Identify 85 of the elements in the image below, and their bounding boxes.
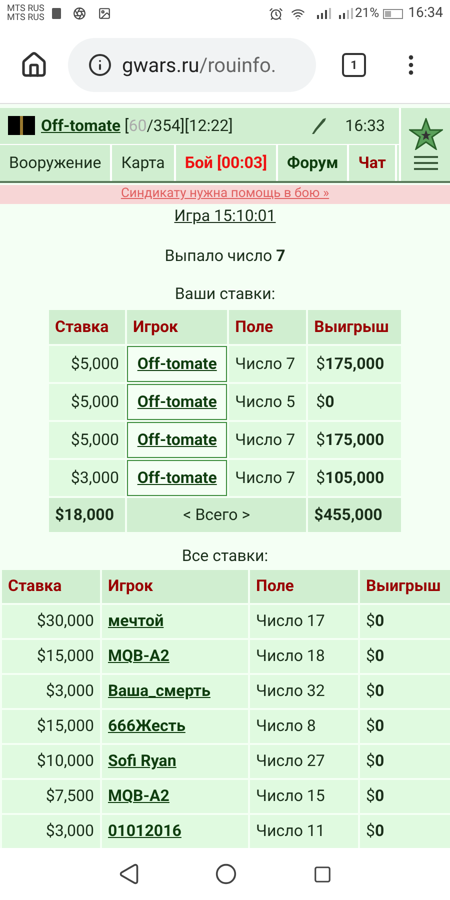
section-title: Все ставки: (182, 544, 268, 567)
table-cell: $30,000 (2, 604, 100, 638)
table-cell: $0 (360, 674, 450, 708)
player-link[interactable]: Off-tomate (127, 384, 228, 420)
table-cell: $5,000 (49, 384, 126, 420)
nav-link[interactable]: Форум (278, 144, 350, 181)
section-title: Ваши ставки: (174, 282, 276, 305)
table-cell: $3,000 (2, 814, 100, 848)
carrier-name: MTS RUS (7, 4, 44, 14)
table-cell: Число 7 (229, 346, 306, 382)
nav-link[interactable]: Чат (349, 144, 397, 181)
table-cell: $3,000 (49, 460, 126, 496)
column-header: Игрок (127, 310, 228, 344)
table-cell: Число 32 (250, 674, 358, 708)
url-path: /rouinfo. (199, 52, 276, 80)
table-cell: Число 15 (250, 780, 358, 813)
column-header: Ставка (49, 310, 126, 344)
table-cell: $0 (360, 710, 450, 743)
table-cell: Число 7 (229, 422, 306, 458)
address-bar[interactable]: gwars.ru/rouinfo. (68, 38, 316, 92)
column-header: Игрок (102, 570, 248, 603)
table-cell: $3,000 (2, 674, 100, 708)
wifi-icon (290, 6, 305, 21)
table-cell: $18,000 (49, 498, 126, 532)
table-cell: < Всего > (127, 498, 306, 532)
sd-card-icon (52, 8, 62, 20)
game-title-link[interactable]: Игра 15:10:01 (174, 204, 276, 228)
server-time: 16:33 (345, 114, 385, 137)
nav-link[interactable]: Вооружение (0, 144, 112, 181)
url-host: gwars.ru (122, 52, 200, 80)
nav-link[interactable]: Бой [00:03] (176, 144, 278, 181)
alarm-icon (268, 6, 283, 21)
player-link[interactable]: Off-tomate (127, 422, 228, 458)
battery-icon (383, 8, 404, 19)
table-cell: $455,000 (308, 498, 401, 532)
clock: 16:34 (408, 4, 443, 24)
table-cell: $0 (308, 384, 401, 420)
column-header: Ставка (2, 570, 100, 603)
player-link[interactable]: Off-tomate (127, 460, 228, 496)
table-cell: $0 (360, 744, 450, 778)
avatar-icon (8, 116, 35, 136)
nav-link[interactable]: Карта (112, 144, 176, 181)
table-cell: Число 18 (250, 640, 358, 673)
table-cell: Число 8 (250, 710, 358, 743)
image-icon (98, 7, 112, 20)
rifle-icon (311, 116, 328, 135)
menu-icon[interactable] (414, 156, 438, 170)
star-icon[interactable] (408, 118, 442, 150)
tab-count-button[interactable]: 1 (342, 53, 366, 78)
recents-button[interactable] (313, 864, 332, 884)
column-header: Выигрыш (308, 310, 401, 344)
table-cell: $15,000 (2, 640, 100, 673)
table-cell: $7,500 (2, 780, 100, 813)
column-header: Выигрыш (360, 570, 450, 603)
table-cell: $175,000 (308, 422, 401, 458)
player-stats: [60/354][12:22] (124, 114, 233, 137)
battery-percent: 21% (354, 5, 380, 24)
home-button[interactable] (20, 51, 48, 80)
table-cell: $175,000 (308, 346, 401, 382)
table-cell: $10,000 (2, 744, 100, 778)
table-cell: Число 17 (250, 604, 358, 638)
table-cell: Число 7 (229, 460, 306, 496)
home-button[interactable] (215, 863, 238, 886)
table-cell: $0 (360, 814, 450, 848)
table-cell: $0 (360, 640, 450, 673)
column-header: Поле (250, 570, 358, 603)
player-link[interactable]: Off-tomate (41, 114, 121, 138)
table-cell: $0 (360, 780, 450, 813)
table-cell: $105,000 (308, 460, 401, 496)
back-button[interactable] (118, 863, 140, 886)
table-cell: $5,000 (49, 346, 126, 382)
player-link[interactable]: Off-tomate (127, 346, 228, 382)
table-cell: Число 11 (250, 814, 358, 848)
table-cell: $15,000 (2, 710, 100, 743)
column-header: Поле (229, 310, 306, 344)
table-cell: Число 5 (229, 384, 306, 420)
carrier-name: MTS RUS (7, 14, 44, 23)
table-cell: $0 (360, 604, 450, 638)
result-text: Выпало число 7 (164, 244, 286, 267)
hotspot-icon (73, 7, 86, 20)
signal-icon (338, 8, 353, 20)
table-cell: Число 27 (250, 744, 358, 778)
table-cell: $5,000 (49, 422, 126, 458)
info-icon (88, 53, 112, 78)
signal-icon (316, 8, 331, 20)
